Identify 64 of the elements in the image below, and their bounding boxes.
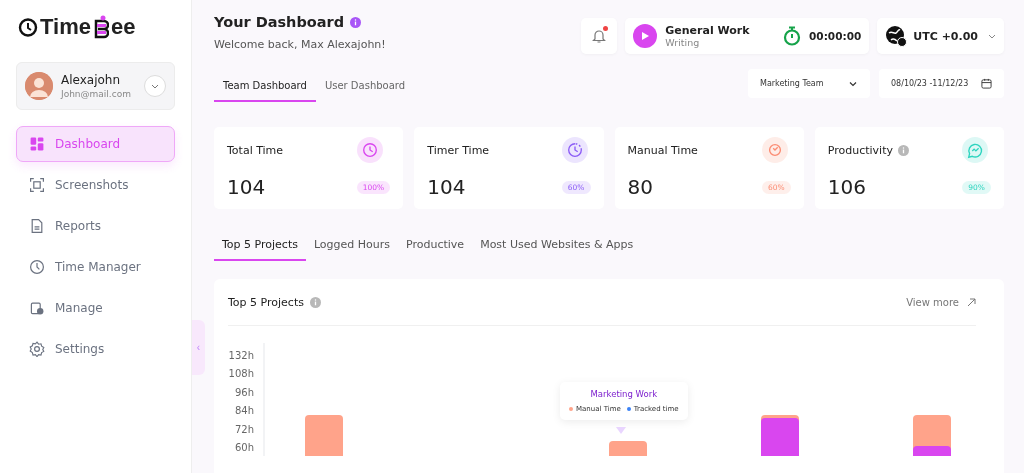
logo-text: ee [110, 14, 136, 40]
settings-icon [29, 341, 45, 357]
clock-icon [29, 259, 45, 275]
play-button[interactable] [633, 24, 658, 48]
document-icon [29, 218, 45, 234]
tooltip-pointer [616, 427, 626, 434]
timezone-dropdown[interactable]: UTC +0.00 [877, 18, 1004, 54]
stat-value: 104 [227, 175, 267, 199]
bar [609, 441, 647, 456]
chevron-down-icon [988, 32, 996, 40]
nav-item[interactable]: Time Manager [16, 249, 175, 285]
project-name: General Work [665, 24, 751, 37]
stat-title: Productivity [827, 143, 893, 157]
nav-item[interactable]: Screenshots [16, 167, 175, 203]
globe-clock-icon [885, 25, 908, 47]
bar [761, 418, 799, 456]
tab[interactable]: Team Dashboard [214, 72, 316, 102]
panel-title: Top 5 Projects [228, 295, 304, 309]
welcome-text: Welcome back, Max Alexajohn! [214, 38, 386, 51]
team-dropdown[interactable]: Marketing Team [748, 69, 870, 98]
play-icon [640, 31, 651, 41]
axis-tick-label: 72h [233, 422, 254, 437]
elapsed-time: 00:00:00 [809, 30, 862, 42]
notifications-button[interactable] [581, 18, 618, 54]
axis-tick-label: 96h [233, 385, 254, 400]
stat-value: 80 [627, 175, 654, 199]
info-icon [350, 16, 362, 28]
logo-text: Time [40, 14, 91, 40]
chevron-down-icon [151, 82, 159, 90]
view-more-link[interactable]: View more [906, 296, 976, 308]
calendar-icon [981, 78, 992, 89]
stat-title: Manual Time [627, 143, 698, 157]
bar [305, 415, 343, 456]
nav-item[interactable]: Manage [16, 290, 175, 326]
nav-item[interactable]: Reports [16, 208, 175, 244]
date-range-field[interactable]: 08/10/23 -11/12/23 [879, 69, 1004, 98]
section-tab[interactable]: Logged Hours [305, 231, 399, 261]
bee-logo-icon [92, 15, 109, 39]
avatar [25, 72, 53, 100]
profile-email: John@mail.com [61, 89, 132, 99]
nav-item[interactable]: Settings [16, 331, 175, 367]
tooltip-title: Marketing Work [590, 389, 658, 399]
bell-icon [591, 28, 608, 44]
axis-tick-label: 60h [233, 440, 254, 455]
axis-tick-label: 132h [228, 349, 254, 363]
dashboard-grid-icon [29, 136, 45, 152]
stat-value: 106 [827, 175, 867, 199]
section-tab[interactable]: Most Used Websites & Apps [472, 231, 642, 261]
section-tab[interactable]: Productive [398, 231, 473, 261]
profile-name: Alexajohn [61, 73, 122, 87]
stopwatch-icon [783, 26, 802, 46]
arrow-up-right-icon [967, 297, 976, 307]
info-icon [309, 296, 321, 308]
stat-value: 104 [427, 175, 467, 199]
page-title: Your Dashboard [214, 14, 345, 30]
screenshot-frame-icon [29, 177, 45, 193]
axis-tick-label: 84h [233, 404, 254, 418]
stat-title: Timer Time [427, 143, 490, 157]
section-tab[interactable]: Top 5 Projects [214, 231, 306, 261]
axis-tick-label: 108h [228, 367, 254, 382]
task-name: Writing [665, 37, 701, 48]
clock-logo-icon [18, 17, 38, 37]
tab[interactable]: User Dashboard [315, 72, 415, 102]
stat-title: Total Time [227, 143, 284, 157]
